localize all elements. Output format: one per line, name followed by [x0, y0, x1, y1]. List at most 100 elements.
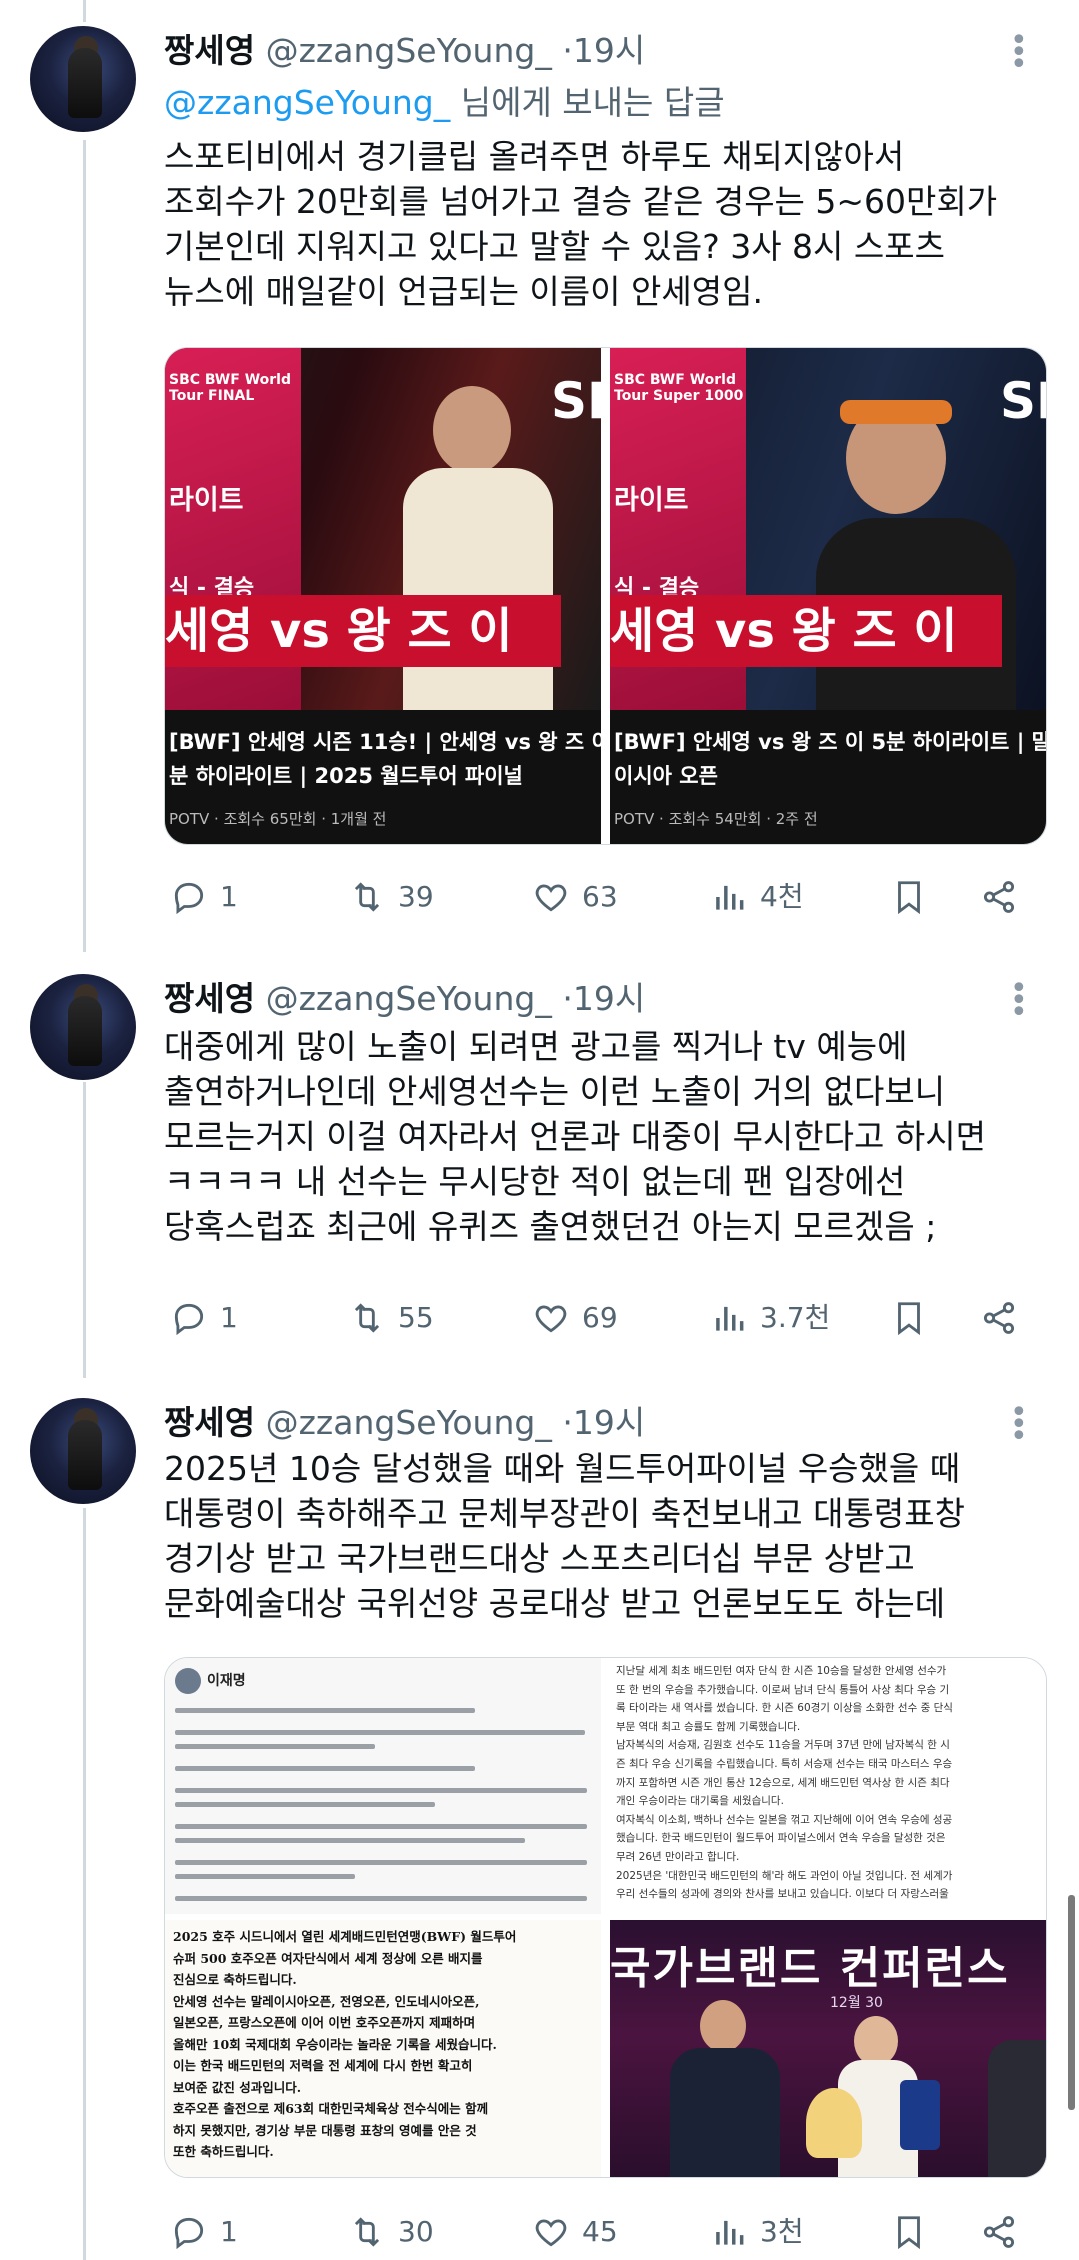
video-meta: POTV · 조회수 65만회 · 1개월 전 — [169, 810, 387, 828]
tweet-text-line: 대통령이 축하해주고 문체부장관이 축전보내고 대통령표창 — [164, 1494, 965, 1533]
letter-line: 슈퍼 500 호주오픈 여자단식에서 세계 정상에 오른 배지를 — [173, 1950, 483, 1966]
reply-mention-link[interactable]: @zzangSeYoung_ — [164, 83, 450, 122]
share-button[interactable] — [980, 1298, 1030, 1338]
article-line: 또 한 번의 우승을 추가했습니다. 이로써 남녀 단식 통틀어 사상 최다 우… — [616, 1683, 950, 1696]
views-icon — [716, 885, 744, 910]
more-options-icon[interactable]: • • • — [1010, 1398, 1028, 1452]
tweet-text-line: 출연하거나인데 안세영선수는 이런 노출이 거의 없다보니 — [164, 1072, 946, 1111]
person-figure — [988, 2040, 1046, 2177]
player-figure — [840, 400, 952, 424]
tweet-text-line: 조회수가 20만회를 넘어가고 결승 같은 경우는 5~60만회가 — [164, 182, 998, 221]
tweet-text-line: 2025년 10승 달성했을 때와 월드투어파이널 우승했을 때 — [164, 1449, 961, 1488]
image-congratulation-letter[interactable]: 2025 호주 시드니에서 열린 세계배드민턴연맹(BWF) 월드투어 슈퍼 5… — [165, 1920, 601, 2177]
avatar[interactable] — [30, 26, 136, 132]
tournament-badge: SBC BWF World Tour FINAL — [169, 372, 291, 404]
bouquet — [806, 2088, 862, 2158]
retweet-count: 39 — [398, 880, 434, 913]
highlight-label: 라이트 — [614, 485, 689, 516]
views-button[interactable]: 3천 — [710, 2212, 804, 2252]
reply-icon — [174, 1303, 204, 1336]
share-button[interactable] — [980, 877, 1030, 917]
bookmark-button[interactable] — [890, 2212, 940, 2252]
reply-count: 1 — [220, 2215, 238, 2248]
avatar[interactable] — [30, 1398, 136, 1504]
reply-icon — [174, 882, 204, 915]
like-count: 63 — [582, 880, 618, 913]
user-handle[interactable]: @zzangSeYoung_ — [266, 31, 552, 70]
text-line — [175, 1874, 355, 1879]
article-line: 지난달 세계 최초 배드민턴 여자 단식 한 시즌 10승을 달성한 안세영 선… — [616, 1665, 947, 1677]
share-button[interactable] — [980, 2212, 1030, 2252]
image-article-screenshot[interactable]: 지난달 세계 최초 배드민턴 여자 단식 한 시즌 10승을 달성한 안세영 선… — [610, 1658, 1046, 1914]
timestamp[interactable]: 19시 — [573, 1403, 645, 1442]
views-button[interactable]: 3.7천 — [710, 1298, 830, 1338]
user-handle[interactable]: @zzangSeYoung_ — [266, 1403, 552, 1442]
retweet-icon — [354, 2217, 380, 2247]
like-button[interactable]: 69 — [532, 1298, 618, 1338]
image-post-screenshot[interactable]: 이재명 — [165, 1658, 601, 1914]
post-author-avatar — [175, 1668, 201, 1694]
letter-line: 올해만 10회 국제대회 우승이라는 놀라운 기록을 세웠습니다. — [173, 2036, 497, 2052]
views-icon — [716, 2220, 744, 2245]
avatar[interactable] — [30, 974, 136, 1080]
more-options-icon[interactable]: • • • — [1010, 974, 1028, 1028]
retweet-button[interactable]: 39 — [348, 877, 434, 917]
image-award-ceremony-photo[interactable]: 국가브랜드 컨퍼런스 12월 30 — [610, 1920, 1046, 2177]
retweet-button[interactable]: 55 — [348, 1298, 434, 1338]
reply-context: @zzangSeYoung_ 님에게 보내는 답글 — [164, 76, 725, 124]
tweet-text-line: ㅋㅋㅋㅋ 내 선수는 무시당한 적이 없는데 팬 입장에선 — [164, 1162, 906, 1201]
text-line — [175, 1896, 587, 1901]
avatar-figure — [68, 996, 102, 1066]
like-button[interactable]: 63 — [532, 877, 618, 917]
display-name[interactable]: 짱세영 — [164, 31, 255, 70]
reply-button[interactable]: 1 — [170, 877, 238, 917]
scrollbar[interactable] — [1068, 1895, 1075, 2110]
image-grid: 이재명 2025 호주 시드니에서 열린 세계배드민턴연맹(BWF) 월드투어 … — [164, 1657, 1047, 2178]
channel-logo: SP — [1000, 372, 1046, 430]
tweet-text-line: 경기상 받고 국가브랜드대상 스포츠리더십 부문 상받고 — [164, 1539, 915, 1578]
text-line — [175, 1730, 585, 1735]
tweet[interactable]: 짱세영 @zzangSeYoung_ ·19시 • • • 2025년 10승 달성… — [0, 1380, 1079, 2260]
tweet[interactable]: 짱세영 @zzangSeYoung_ ·19시 • • • @zzangSeYoun… — [0, 0, 1079, 960]
video-thumbnail[interactable]: SBC BWF World Tour FINAL 라이트 식 - 결승 SP 세… — [165, 348, 601, 844]
tweet-header: 짱세영 @zzangSeYoung_ ·19시 — [164, 24, 645, 72]
separator-dot: · — [562, 31, 573, 70]
text-line — [175, 1802, 435, 1807]
video-title: [BWF] 안세영 vs 왕 즈 이 5분 하이라이트 | 말리 — [614, 730, 1046, 754]
tweet-actions: 1 30 45 3천 — [164, 2212, 1034, 2252]
person-figure — [700, 2000, 746, 2052]
award-banner: 국가브랜드 컨퍼런스 — [610, 1943, 1010, 1994]
timestamp[interactable]: 19시 — [573, 31, 645, 70]
heart-icon — [535, 2219, 567, 2247]
like-button[interactable]: 45 — [532, 2212, 618, 2252]
timestamp[interactable]: 19시 — [573, 979, 645, 1018]
user-handle[interactable]: @zzangSeYoung_ — [266, 979, 552, 1018]
article-line: 부문 역대 최고 승률도 함께 기록했습니다. — [616, 1720, 801, 1733]
share-icon — [983, 2216, 1015, 2248]
avatar-figure — [68, 1420, 102, 1490]
article-line: 까지 포함하면 시즌 개인 통산 12승으로, 세계 배드민턴 역사상 한 시즌… — [616, 1776, 950, 1789]
more-options-icon[interactable]: • • • — [1010, 26, 1028, 80]
views-button[interactable]: 4천 — [710, 877, 804, 917]
video-thumbnail[interactable]: SBC BWF World Tour Super 1000 라이트 식 - 결승… — [610, 348, 1046, 844]
person-figure — [854, 2016, 898, 2066]
share-icon — [983, 881, 1015, 913]
display-name[interactable]: 짱세영 — [164, 979, 255, 1018]
tweet[interactable]: 짱세영 @zzangSeYoung_ ·19시 • • • 대중에게 많이 노출이 … — [0, 960, 1079, 1380]
article-line: 즌 최다 우승 신기록을 수립했습니다. 특히 서승재 선수는 태국 마스터스 … — [616, 1757, 953, 1770]
letter-line: 또한 축하드립니다. — [173, 2144, 274, 2159]
letter-line: 하지 못했지만, 경기상 부문 대통령 표창의 영예를 안은 것 — [173, 2122, 477, 2138]
video-title: 분 하이라이트 | 2025 월드투어 파이널 — [169, 764, 523, 788]
bookmark-button[interactable] — [890, 877, 940, 917]
retweet-button[interactable]: 30 — [348, 2212, 434, 2252]
channel-logo: SP — [551, 372, 601, 430]
bookmark-button[interactable] — [890, 1298, 940, 1338]
text-line — [175, 1744, 375, 1749]
display-name[interactable]: 짱세영 — [164, 1403, 255, 1442]
reply-button[interactable]: 1 — [170, 1298, 238, 1338]
reply-count: 1 — [220, 880, 238, 913]
reply-button[interactable]: 1 — [170, 2212, 238, 2252]
like-count: 45 — [582, 2215, 618, 2248]
separator-dot: · — [562, 1403, 573, 1442]
reply-suffix: 님에게 보내는 답글 — [450, 83, 725, 122]
